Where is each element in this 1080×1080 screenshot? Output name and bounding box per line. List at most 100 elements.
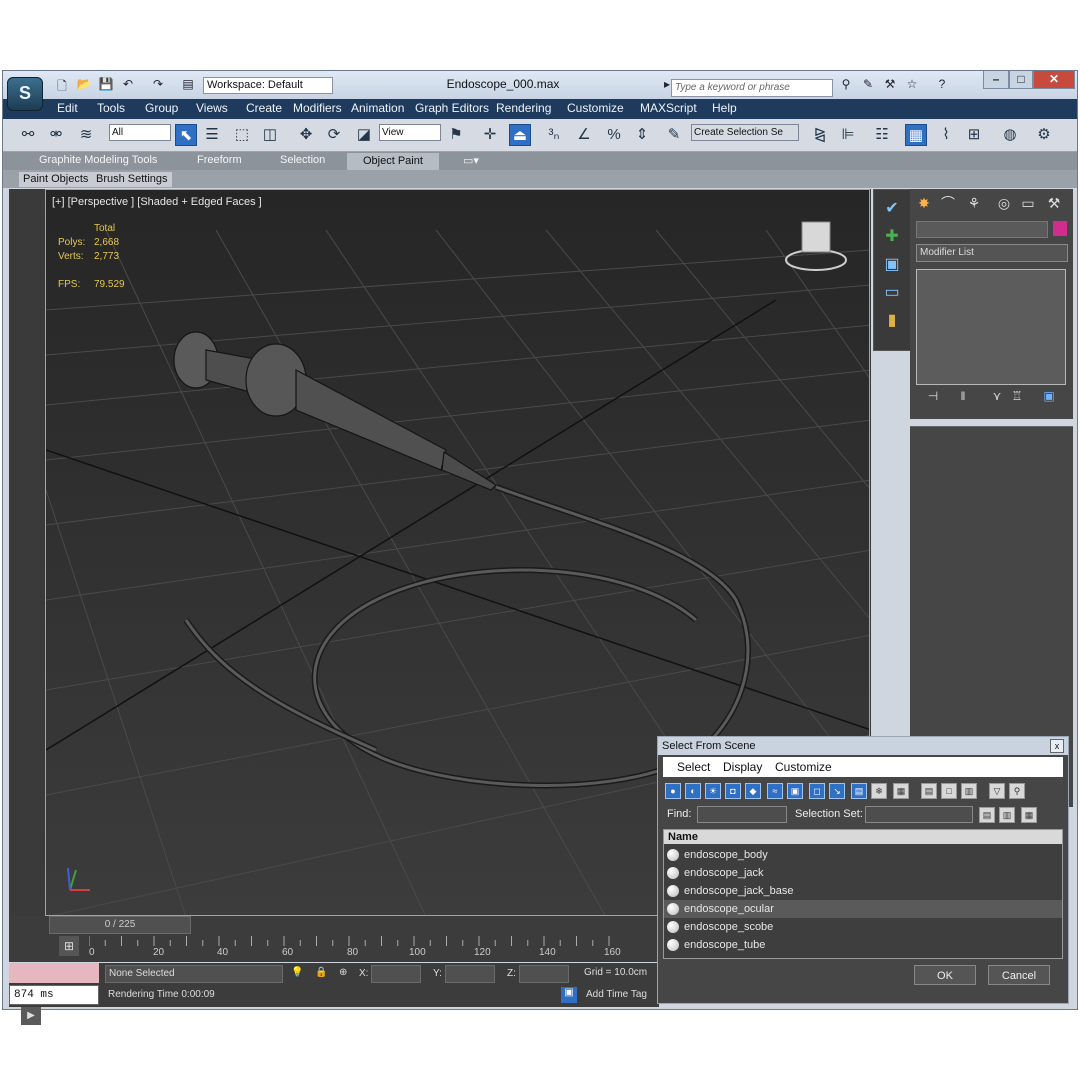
- modify-tab-icon[interactable]: ⌒: [938, 193, 958, 213]
- monitor-icon[interactable]: ▭: [881, 282, 903, 304]
- percent-snap-icon[interactable]: %: [603, 124, 625, 146]
- undo-icon[interactable]: ↶: [119, 77, 137, 93]
- modifier-list-dropdown[interactable]: Modifier List: [916, 244, 1068, 262]
- scale-icon[interactable]: ◪: [353, 124, 375, 146]
- angle-snap-icon[interactable]: ∠: [573, 124, 595, 146]
- hierarchy-tab-icon[interactable]: ⚘: [964, 193, 984, 213]
- list-item[interactable]: endoscope_body: [664, 846, 1062, 864]
- named-selection-dropdown[interactable]: Create Selection Se: [691, 124, 799, 141]
- menu-maxscript[interactable]: MAXScript: [640, 101, 697, 115]
- window-crossing-icon[interactable]: ◫: [259, 124, 281, 146]
- isolate-icon[interactable]: 💡: [291, 967, 303, 978]
- render-setup-icon[interactable]: ⚙: [1033, 124, 1055, 146]
- menu-tools[interactable]: Tools: [97, 101, 125, 115]
- dialog-close-button[interactable]: x: [1050, 739, 1064, 753]
- open-file-icon[interactable]: 📂: [75, 77, 93, 93]
- list-item[interactable]: endoscope_scobe: [664, 918, 1062, 936]
- create-tab-icon[interactable]: ✸: [914, 193, 934, 213]
- utilities-tab-icon[interactable]: ⚒: [1044, 193, 1064, 213]
- tab-object-paint[interactable]: Object Paint: [347, 153, 439, 170]
- list-item[interactable]: endoscope_jack: [664, 864, 1062, 882]
- pin-stack-icon[interactable]: ⊣: [924, 389, 942, 405]
- redo-icon[interactable]: ↷: [149, 77, 167, 93]
- time-slider[interactable]: 0 / 225: [49, 916, 191, 934]
- rectangular-region-icon[interactable]: ⬚: [231, 124, 253, 146]
- save-icon[interactable]: 💾: [97, 77, 115, 93]
- menu-customize[interactable]: Customize: [567, 101, 624, 115]
- dialog-title[interactable]: Select From Scene: [658, 737, 1068, 755]
- workspace-dropdown[interactable]: Workspace: Default: [203, 77, 333, 94]
- z-coordinate-field[interactable]: [519, 965, 569, 983]
- tab-freeform[interactable]: Freeform: [197, 154, 242, 166]
- ok-button[interactable]: OK: [914, 965, 976, 985]
- display-groups-icon[interactable]: ▣: [787, 783, 803, 799]
- display-all-icon[interactable]: ▤: [921, 783, 937, 799]
- list-item[interactable]: endoscope_ocular: [664, 900, 1062, 918]
- close-button[interactable]: ✕: [1033, 71, 1075, 89]
- app-logo-button[interactable]: S: [7, 77, 43, 111]
- layer-manager-icon[interactable]: ☷: [871, 124, 893, 146]
- tab-selection[interactable]: Selection: [280, 154, 325, 166]
- display-none-icon[interactable]: □: [941, 783, 957, 799]
- bind-space-warp-icon[interactable]: ≋: [75, 124, 97, 146]
- configure-sets-icon[interactable]: ▣: [1040, 389, 1058, 405]
- menu-rendering[interactable]: Rendering: [496, 101, 551, 115]
- object-list[interactable]: Name endoscope_body endoscope_jack endos…: [663, 829, 1063, 959]
- door-icon[interactable]: ▮: [881, 310, 903, 332]
- menu-views[interactable]: Views: [196, 101, 228, 115]
- dialog-menu-select[interactable]: Select: [677, 760, 710, 774]
- unlink-icon[interactable]: ⚮: [45, 124, 67, 146]
- select-none-icon[interactable]: ▥: [999, 807, 1015, 823]
- hidden-objects-icon[interactable]: ▦: [893, 783, 909, 799]
- tab-graphite-modeling-tools[interactable]: Graphite Modeling Tools: [39, 154, 157, 166]
- viewport-label[interactable]: [+] [Perspective ] [Shaded + Edged Faces…: [52, 196, 262, 208]
- select-by-name-icon[interactable]: ☰: [201, 124, 223, 146]
- minimize-button[interactable]: –: [983, 71, 1009, 89]
- motion-tab-icon[interactable]: ◎: [994, 193, 1014, 213]
- reference-coordinate-dropdown[interactable]: View: [379, 124, 441, 141]
- brush-settings-panel[interactable]: Brush Settings: [92, 172, 172, 187]
- selection-set-dropdown[interactable]: [865, 806, 973, 823]
- select-all-icon[interactable]: ▤: [979, 807, 995, 823]
- display-helpers-icon[interactable]: ◆: [745, 783, 761, 799]
- check-icon[interactable]: ✔: [881, 198, 903, 220]
- menu-create[interactable]: Create: [246, 101, 282, 115]
- display-cameras-icon[interactable]: ◘: [725, 783, 741, 799]
- rotate-icon[interactable]: ⟳: [323, 124, 345, 146]
- show-end-result-icon[interactable]: ‖: [954, 389, 972, 405]
- maxscript-listener[interactable]: [9, 963, 99, 983]
- filter-options-icon[interactable]: ⚲: [1009, 783, 1025, 799]
- help-icon[interactable]: ?: [933, 77, 951, 93]
- name-column-header[interactable]: Name: [664, 830, 1062, 844]
- display-shapes-icon[interactable]: ◐: [685, 783, 701, 799]
- viewport-expand-button[interactable]: ▶: [21, 1007, 41, 1025]
- time-tag-icon[interactable]: ▣: [561, 987, 577, 1003]
- display-geometry-icon[interactable]: ●: [665, 783, 681, 799]
- add-time-tag[interactable]: Add Time Tag: [583, 987, 659, 1005]
- subscription-icon[interactable]: ✎: [859, 77, 877, 93]
- new-file-icon[interactable]: 🗋: [53, 77, 71, 93]
- schematic-view-icon[interactable]: ⊞: [963, 124, 985, 146]
- menu-group[interactable]: Group: [145, 101, 178, 115]
- menu-edit[interactable]: Edit: [57, 101, 78, 115]
- maximize-button[interactable]: □: [1009, 71, 1033, 89]
- curve-editor-icon[interactable]: ⌇: [935, 124, 957, 146]
- x-coordinate-field[interactable]: [371, 965, 421, 983]
- list-item[interactable]: endoscope_tube: [664, 936, 1062, 954]
- menu-animation[interactable]: Animation: [351, 101, 404, 115]
- select-object-icon[interactable]: ⬉: [175, 124, 197, 146]
- object-color-swatch[interactable]: [1053, 221, 1067, 236]
- keyboard-shortcut-toggle-icon[interactable]: ⏏: [509, 124, 531, 146]
- absolute-mode-icon[interactable]: ⊕: [339, 967, 347, 978]
- lock-selection-icon[interactable]: 🔒: [315, 967, 327, 978]
- render-frame-icon[interactable]: ▣: [881, 254, 903, 276]
- find-input[interactable]: [697, 806, 787, 823]
- frozen-objects-icon[interactable]: ❄: [871, 783, 887, 799]
- filter-icon[interactable]: ▽: [989, 783, 1005, 799]
- select-invert-icon[interactable]: ▦: [1021, 807, 1037, 823]
- search-input[interactable]: Type a keyword or phrase: [671, 79, 833, 97]
- snaps-toggle-icon[interactable]: ³ₙ: [543, 124, 565, 146]
- communication-icon[interactable]: ⚒: [881, 77, 899, 93]
- pivot-center-icon[interactable]: ⚑: [445, 124, 467, 146]
- edit-named-selection-icon[interactable]: ✎: [663, 124, 685, 146]
